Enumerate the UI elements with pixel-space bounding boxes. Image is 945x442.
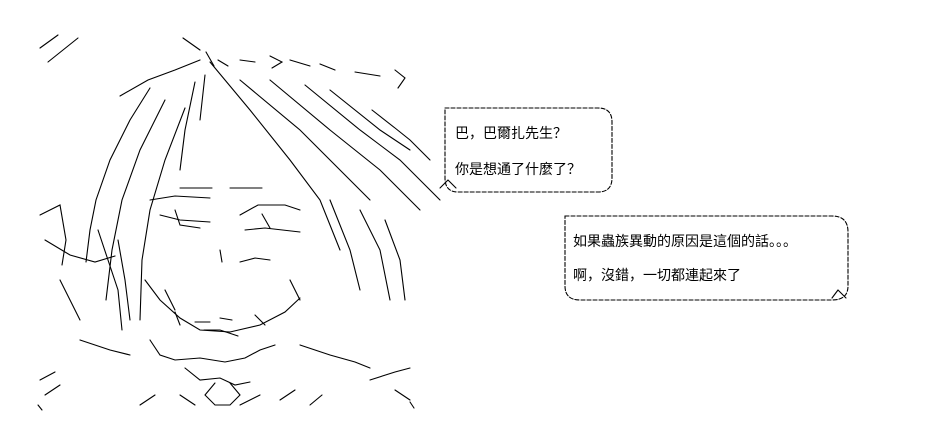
- right-bubble-line-2: 啊，沒錯，一切都連起來了: [573, 268, 741, 284]
- left-bubble-line-2: 你是想通了什麼了？: [455, 162, 581, 178]
- ascii-art-canvas: [37, 34, 849, 411]
- speech-bubble-right: [564, 215, 849, 301]
- bubble-tail-left: [439, 179, 457, 189]
- character-artwork: [37, 34, 441, 411]
- right-bubble-line-1: 如果蟲族異動的原因是這個的話。。。: [573, 234, 797, 250]
- left-bubble-line-1: 巴，巴爾扎先生？: [455, 126, 567, 142]
- bubble-tail-right: [831, 289, 847, 299]
